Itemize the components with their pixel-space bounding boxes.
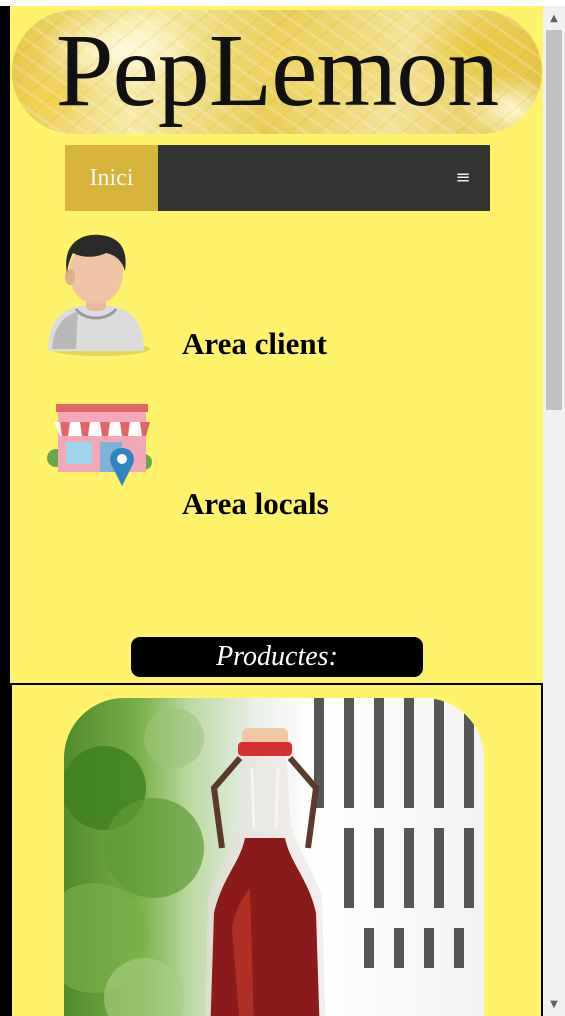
brand-title: PepLemon <box>55 13 500 128</box>
scrollbar[interactable]: ▲ ▼ <box>543 6 565 1016</box>
user-avatar-icon <box>48 234 150 356</box>
hamburger-icon[interactable]: ≡ <box>448 163 478 193</box>
area-client-link[interactable]: Area client <box>10 231 543 371</box>
nav-item-home[interactable]: Inici <box>65 145 158 211</box>
product-card[interactable] <box>10 683 543 1016</box>
area-locals-link[interactable]: Area locals <box>10 396 543 526</box>
page: PepLemon Inici ≡ Area client Area locals… <box>10 6 543 1016</box>
product-image[interactable] <box>64 698 484 1016</box>
area-locals-label: Area locals <box>182 486 329 521</box>
products-heading: Productes: <box>131 637 423 677</box>
scrollbar-thumb[interactable] <box>546 30 562 410</box>
nav-bar: Inici ≡ <box>65 145 490 211</box>
scroll-up-icon[interactable]: ▲ <box>543 8 565 30</box>
scroll-down-icon[interactable]: ▼ <box>543 994 565 1016</box>
header-banner: PepLemon <box>12 10 542 134</box>
area-client-label: Area client <box>182 326 327 361</box>
store-location-icon <box>47 404 152 486</box>
bottle-image <box>64 698 474 1016</box>
